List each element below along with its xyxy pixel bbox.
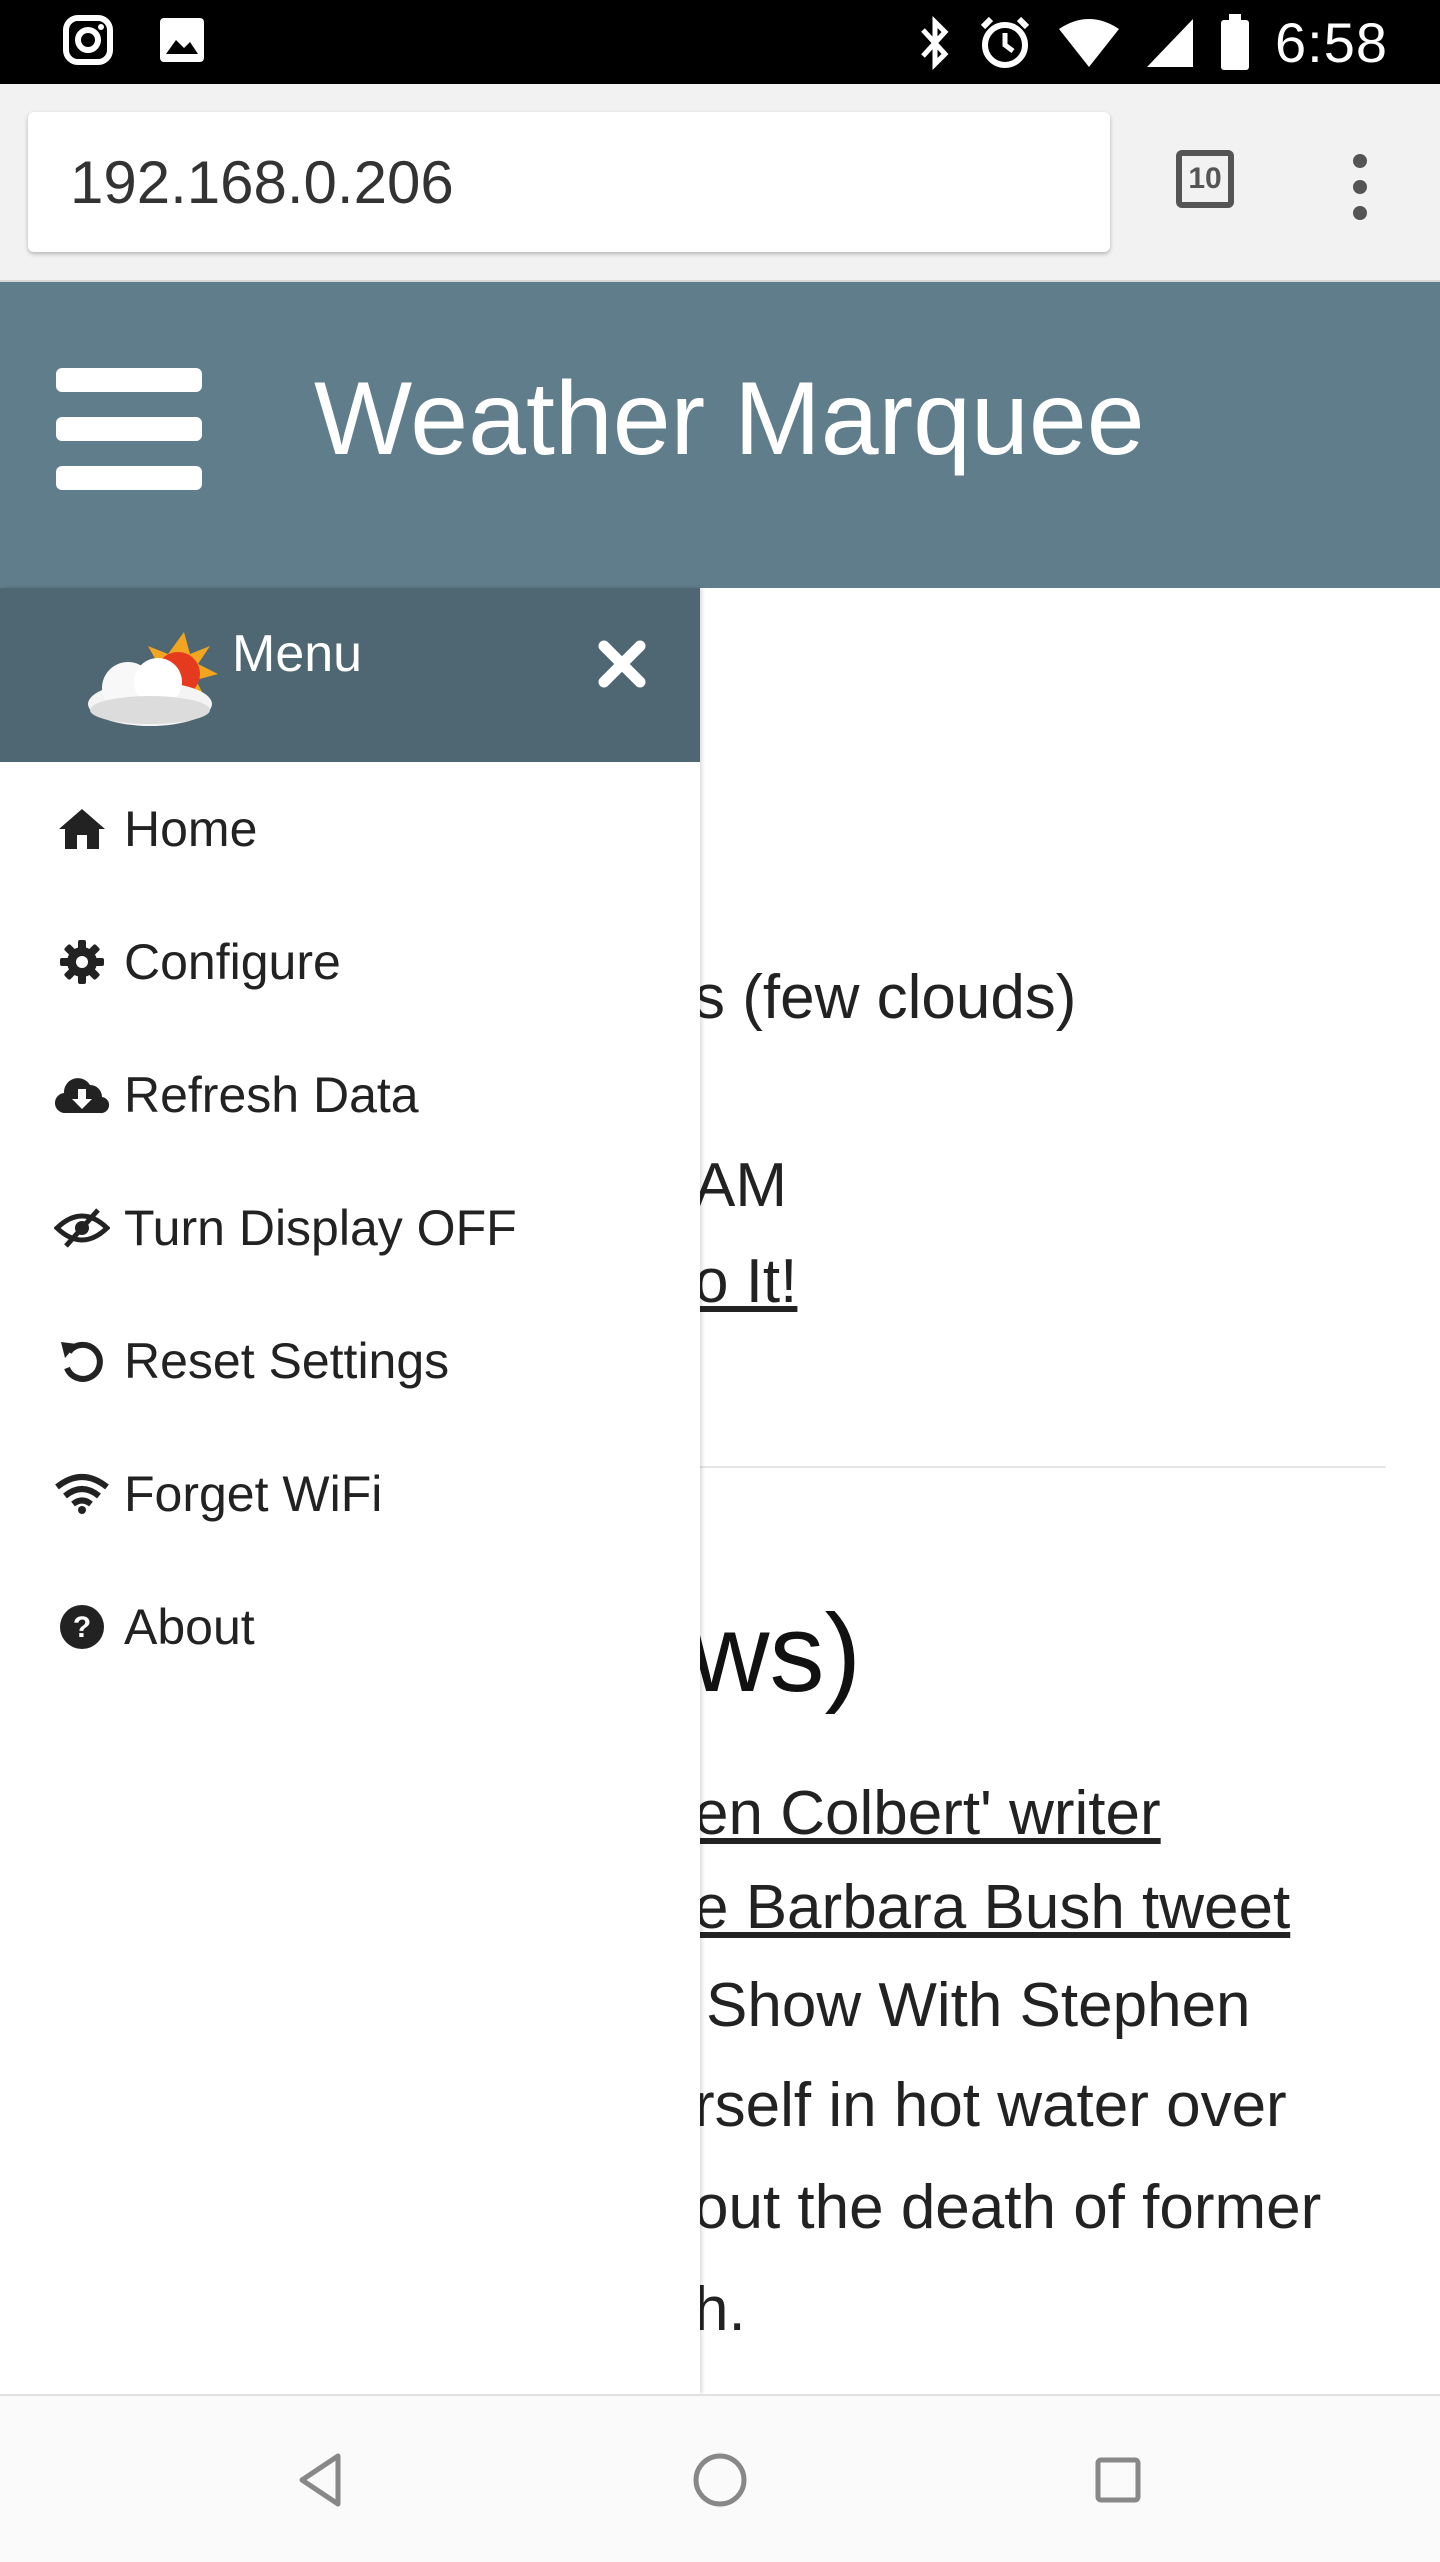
app-title: Weather Marquee xyxy=(314,361,1145,477)
browser-toolbar: 192.168.0.206 10 xyxy=(0,84,1440,282)
news-headline-link-2[interactable]: e Barbara Bush tweet xyxy=(694,1872,1290,1943)
menu-item-label: Home xyxy=(124,800,258,857)
gear-icon xyxy=(54,934,110,990)
menu-item-reset-settings[interactable]: Reset Settings xyxy=(0,1294,700,1427)
weather-condition-text: s (few clouds) xyxy=(694,963,1077,1032)
address-bar[interactable]: 192.168.0.206 xyxy=(28,112,1110,252)
cloud-download-icon xyxy=(54,1067,110,1123)
menu-item-label: Turn Display OFF xyxy=(124,1199,517,1256)
system-nav-bar xyxy=(0,2394,1440,2562)
tab-count: 10 xyxy=(1188,162,1222,195)
recents-icon[interactable] xyxy=(1086,2448,1150,2512)
menu-item-label: About xyxy=(124,1598,255,1655)
svg-text:?: ? xyxy=(73,1611,91,1644)
battery-icon xyxy=(1221,13,1249,70)
tab-switcher-button[interactable]: 10 xyxy=(1176,150,1234,208)
close-icon[interactable] xyxy=(594,636,650,692)
menu-item-about[interactable]: ? About xyxy=(0,1560,700,1693)
alarm-icon xyxy=(980,16,1030,68)
menu-item-turn-display-off[interactable]: Turn Display OFF xyxy=(0,1161,700,1294)
weather-time-text: AM xyxy=(694,1151,787,1220)
signal-icon xyxy=(1147,18,1193,67)
side-drawer: Menu Home Configure Refresh Data Turn Di… xyxy=(0,588,700,2394)
menu-item-forget-wifi[interactable]: Forget WiFi xyxy=(0,1427,700,1560)
wifi-icon xyxy=(1059,18,1119,67)
drawer-menu: Home Configure Refresh Data Turn Display… xyxy=(0,762,700,1693)
menu-item-label: Forget WiFi xyxy=(124,1465,383,1522)
clock-time: 6:58 xyxy=(1275,11,1388,74)
menu-item-label: Configure xyxy=(124,933,341,990)
drawer-title: Menu xyxy=(232,625,363,683)
menu-item-refresh-data[interactable]: Refresh Data xyxy=(0,1028,700,1161)
hamburger-menu-icon[interactable] xyxy=(56,368,202,490)
more-options-icon[interactable] xyxy=(1340,154,1380,224)
eye-slash-icon xyxy=(54,1200,110,1256)
partly-cloudy-logo-icon xyxy=(88,632,218,726)
wifi-icon xyxy=(54,1466,110,1522)
weather-link[interactable]: o It! xyxy=(694,1246,797,1317)
menu-item-configure[interactable]: Configure xyxy=(0,895,700,1028)
instagram-icon xyxy=(63,15,113,65)
news-headline-link-1[interactable]: en Colbert' writer xyxy=(694,1778,1161,1849)
url-text[interactable]: 192.168.0.206 xyxy=(70,148,454,217)
news-body-line-2: rself in hot water over xyxy=(694,2071,1287,2140)
news-body-line-3: out the death of former xyxy=(694,2173,1322,2242)
back-icon[interactable] xyxy=(290,2448,354,2512)
drawer-header: Menu xyxy=(0,588,700,762)
news-heading: ws) xyxy=(690,1592,862,1715)
content-divider xyxy=(700,1466,1386,1468)
home-icon xyxy=(54,801,110,857)
bluetooth-icon xyxy=(921,15,949,70)
home-button-icon[interactable] xyxy=(688,2448,752,2512)
news-body-line-4: h. xyxy=(694,2275,746,2344)
image-icon xyxy=(160,18,204,62)
app-header: Weather Marquee xyxy=(0,282,1440,588)
undo-icon xyxy=(54,1333,110,1389)
menu-item-label: Reset Settings xyxy=(124,1332,450,1389)
news-body-line-1: Show With Stephen xyxy=(706,1971,1251,2040)
status-bar: 6:58 xyxy=(0,0,1440,84)
menu-item-label: Refresh Data xyxy=(124,1066,419,1123)
menu-item-home[interactable]: Home xyxy=(0,762,700,895)
question-circle-icon: ? xyxy=(54,1599,110,1655)
